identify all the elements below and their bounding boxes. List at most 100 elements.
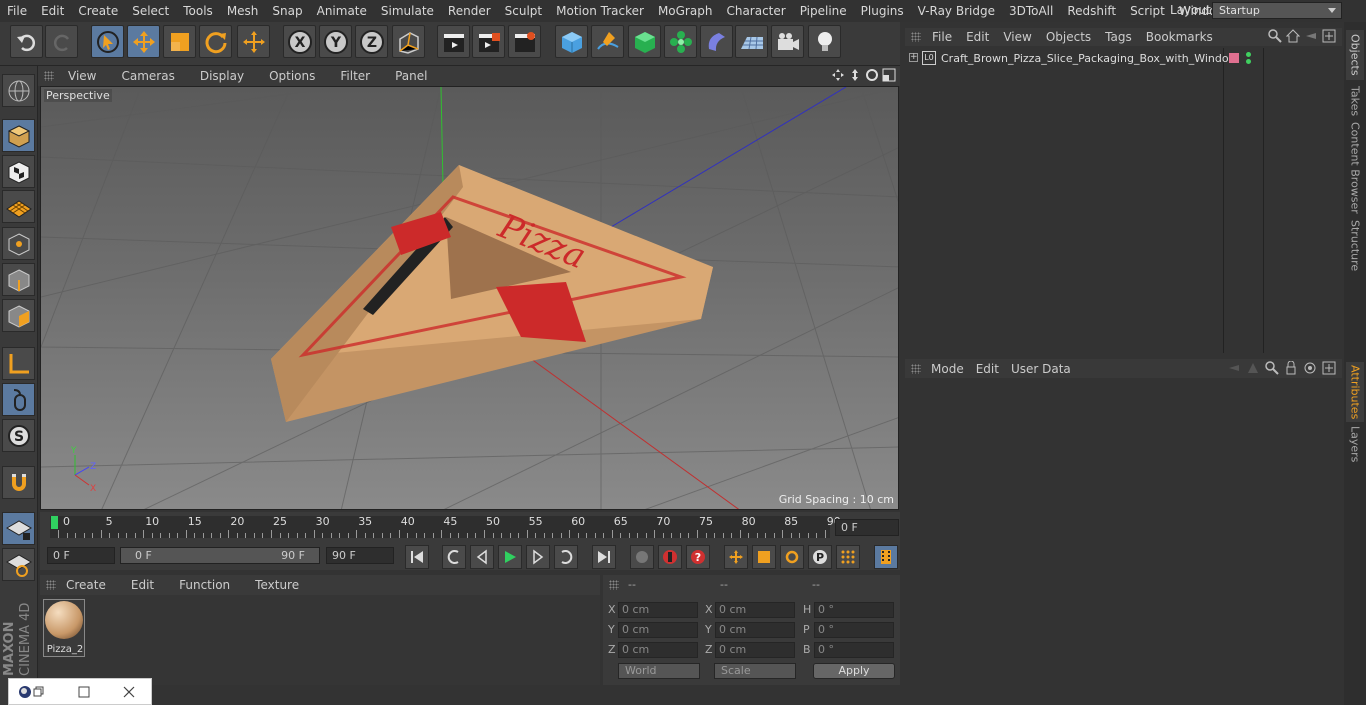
menu-create[interactable]: Create (71, 0, 125, 22)
coord-value-field[interactable]: 0 ° (814, 622, 894, 638)
x-axis-lock-button[interactable]: X (283, 25, 316, 58)
workplane-align-button[interactable] (2, 548, 35, 581)
layout-select[interactable]: Startup (1212, 2, 1342, 19)
key-position-button[interactable] (724, 545, 748, 569)
y-axis-lock-button[interactable]: Y (319, 25, 352, 58)
material-menu-create[interactable]: Create (50, 575, 115, 595)
lock-icon[interactable] (1284, 361, 1298, 375)
attribute-menu-mode[interactable]: Mode (925, 359, 970, 379)
object-menu-edit[interactable]: Edit (959, 27, 996, 47)
viewport-menu-panel[interactable]: Panel (379, 66, 436, 86)
autokeying-button[interactable] (658, 545, 682, 569)
maximize-icon[interactable] (78, 686, 90, 698)
model-mode-button[interactable] (2, 119, 35, 152)
render-picture-viewer-button[interactable] (472, 25, 505, 58)
menu-v-ray-bridge[interactable]: V-Ray Bridge (911, 0, 1002, 22)
home-icon[interactable] (1286, 29, 1300, 43)
transform-tool-button[interactable] (237, 25, 270, 58)
perspective-viewport[interactable]: Pizza Y Z X Perspective Grid Spacing : 1… (40, 86, 899, 510)
next-key-button[interactable] (554, 545, 578, 569)
solo-button[interactable]: S (2, 419, 35, 452)
menu-tools[interactable]: Tools (176, 0, 220, 22)
coord-value-field[interactable]: 0 ° (814, 642, 894, 658)
key-parameter-button[interactable]: P (808, 545, 832, 569)
menu-file[interactable]: File (0, 0, 34, 22)
end-frame-field[interactable]: 90 F (326, 547, 394, 564)
attribute-menu-edit[interactable]: Edit (970, 359, 1005, 379)
edges-mode-button[interactable] (2, 263, 35, 296)
menu-edit[interactable]: Edit (34, 0, 71, 22)
menu-snap[interactable]: Snap (265, 0, 309, 22)
menu-mesh[interactable]: Mesh (220, 0, 266, 22)
coord-value-field[interactable]: 0 cm (618, 602, 698, 618)
object-menu-tags[interactable]: Tags (1098, 27, 1139, 47)
search-icon[interactable] (1265, 361, 1279, 375)
back-icon[interactable] (1304, 29, 1318, 43)
material-menu-edit[interactable]: Edit (115, 575, 163, 595)
menu-script[interactable]: Script (1123, 0, 1172, 22)
attribute-menu-user-data[interactable]: User Data (1005, 359, 1077, 379)
viewport-camera-label[interactable]: Perspective (44, 89, 112, 102)
menu-plugins[interactable]: Plugins (854, 0, 911, 22)
coord-value-field[interactable]: 0 cm (715, 622, 795, 638)
subdivision-button[interactable] (628, 25, 661, 58)
zoom-icon[interactable] (848, 68, 862, 82)
previous-frame-button[interactable] (470, 545, 494, 569)
side-tab-takes[interactable]: Takes (1346, 82, 1364, 120)
restore-icon[interactable] (33, 686, 45, 698)
material-menu-function[interactable]: Function (163, 575, 239, 595)
object-name[interactable]: Craft_Brown_Pizza_Slice_Packaging_Box_wi… (941, 52, 1238, 65)
layer-color-tag[interactable] (1229, 53, 1239, 63)
play-button[interactable] (498, 545, 522, 569)
coordinate-space-select[interactable]: World (618, 663, 700, 679)
snap-button[interactable] (2, 466, 35, 499)
target-icon[interactable] (1303, 361, 1317, 375)
menu-3dtoall[interactable]: 3DToAll (1002, 0, 1060, 22)
menu-character[interactable]: Character (719, 0, 792, 22)
object-menu-file[interactable]: File (925, 27, 959, 47)
back-arrow-icon[interactable] (1227, 361, 1241, 375)
viewport-menu-display[interactable]: Display (184, 66, 253, 86)
axis-mode-button[interactable] (2, 347, 35, 380)
menu-mograph[interactable]: MoGraph (651, 0, 720, 22)
menu-simulate[interactable]: Simulate (374, 0, 441, 22)
timeline-window-button[interactable] (874, 545, 898, 569)
side-tab-structure[interactable]: Structure (1346, 220, 1364, 272)
current-frame-field[interactable]: 0 F (835, 519, 899, 536)
new-view-icon[interactable] (1322, 361, 1336, 375)
maximize-view-icon[interactable] (882, 68, 896, 82)
record-keys-button[interactable] (630, 545, 654, 569)
cloner-button[interactable] (664, 25, 697, 58)
live-selection-button[interactable] (91, 25, 124, 58)
search-icon[interactable] (1268, 29, 1282, 43)
tweak-mode-button[interactable] (2, 383, 35, 416)
menu-render[interactable]: Render (441, 0, 498, 22)
expand-icon[interactable]: + (909, 53, 918, 62)
coord-value-field[interactable]: 0 cm (715, 602, 795, 618)
previous-key-button[interactable] (442, 545, 466, 569)
new-view-icon[interactable] (1322, 29, 1336, 43)
close-icon[interactable] (123, 686, 135, 698)
object-menu-objects[interactable]: Objects (1039, 27, 1098, 47)
up-arrow-icon[interactable] (1246, 361, 1260, 375)
coord-value-field[interactable]: 0 cm (715, 642, 795, 658)
redo-button[interactable] (45, 25, 78, 58)
coordinate-system-button[interactable] (392, 25, 425, 58)
cinema4d-app-icon[interactable] (18, 685, 32, 699)
move-tool-button[interactable] (127, 25, 160, 58)
cube-object-button[interactable] (555, 25, 588, 58)
light-button[interactable] (808, 25, 841, 58)
pan-icon[interactable] (831, 68, 845, 82)
rotate-tool-button[interactable] (199, 25, 232, 58)
polygons-mode-button[interactable] (2, 299, 35, 332)
viewport-menu-cameras[interactable]: Cameras (105, 66, 183, 86)
points-mode-button[interactable] (2, 227, 35, 260)
render-visibility-dot[interactable] (1246, 59, 1251, 64)
key-rotation-button[interactable] (780, 545, 804, 569)
object-menu-view[interactable]: View (996, 27, 1038, 47)
timeline-ruler[interactable]: 0 5 10 15 20 25 30 35 40 45 50 55 60 65 70 75 80 85 90 0 F (40, 512, 900, 542)
menu-pipeline[interactable]: Pipeline (793, 0, 854, 22)
side-tab-content-browser[interactable]: Content Browser (1346, 120, 1364, 215)
camera-button[interactable] (771, 25, 804, 58)
render-view-button[interactable] (437, 25, 470, 58)
